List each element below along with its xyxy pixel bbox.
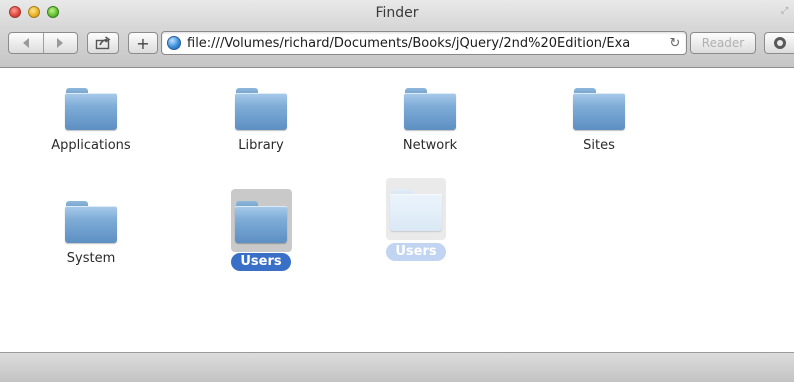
folder-icon (65, 201, 117, 243)
globe-icon (167, 36, 181, 50)
share-button[interactable] (87, 32, 119, 54)
folder-label-selected: Users (231, 253, 291, 271)
folder-icon (65, 88, 117, 130)
forward-button[interactable] (44, 33, 78, 53)
back-button[interactable] (9, 33, 43, 53)
drag-ghost-label: Users (386, 243, 446, 261)
folder-sites[interactable]: Sites (539, 88, 659, 153)
downloads-icon (773, 37, 786, 49)
add-bookmark-button[interactable]: + (128, 32, 158, 54)
downloads-button[interactable] (764, 32, 794, 54)
folder-applications[interactable]: Applications (31, 88, 151, 153)
address-bar[interactable]: file:///Volumes/richard/Documents/Books/… (161, 31, 687, 55)
reader-button[interactable]: Reader (690, 32, 756, 54)
content-area: Applications Library Network Sites Syste… (0, 68, 794, 352)
folder-network[interactable]: Network (370, 88, 490, 153)
folder-label: System (66, 251, 116, 266)
folder-icon (573, 88, 625, 130)
folder-label: Library (238, 138, 284, 153)
folder-icon (404, 88, 456, 130)
status-bar (0, 352, 794, 382)
folder-users[interactable]: Users (201, 201, 321, 271)
fullscreen-icon[interactable]: ⤢ (781, 7, 790, 16)
folder-icon (235, 88, 287, 130)
back-arrow-icon (22, 38, 29, 48)
back-forward-group (8, 32, 78, 54)
folder-icon (390, 189, 442, 231)
folder-library[interactable]: Library (201, 88, 321, 153)
browser-chrome: Finder ⤢ + file:///Volumes/richard/Docum… (0, 0, 794, 68)
drag-ghost-users[interactable]: Users (386, 178, 446, 261)
folder-label: Sites (583, 138, 615, 153)
reload-icon[interactable]: ↻ (664, 36, 686, 51)
share-icon (95, 36, 111, 50)
folder-label: Applications (51, 138, 131, 153)
folder-system[interactable]: System (31, 201, 151, 266)
drag-ghost-background (386, 178, 446, 240)
folder-icon (235, 201, 287, 243)
forward-arrow-icon (57, 38, 64, 48)
folder-label: Network (402, 138, 458, 153)
window-title: Finder (375, 5, 419, 21)
url-text[interactable]: file:///Volumes/richard/Documents/Books/… (187, 36, 664, 51)
